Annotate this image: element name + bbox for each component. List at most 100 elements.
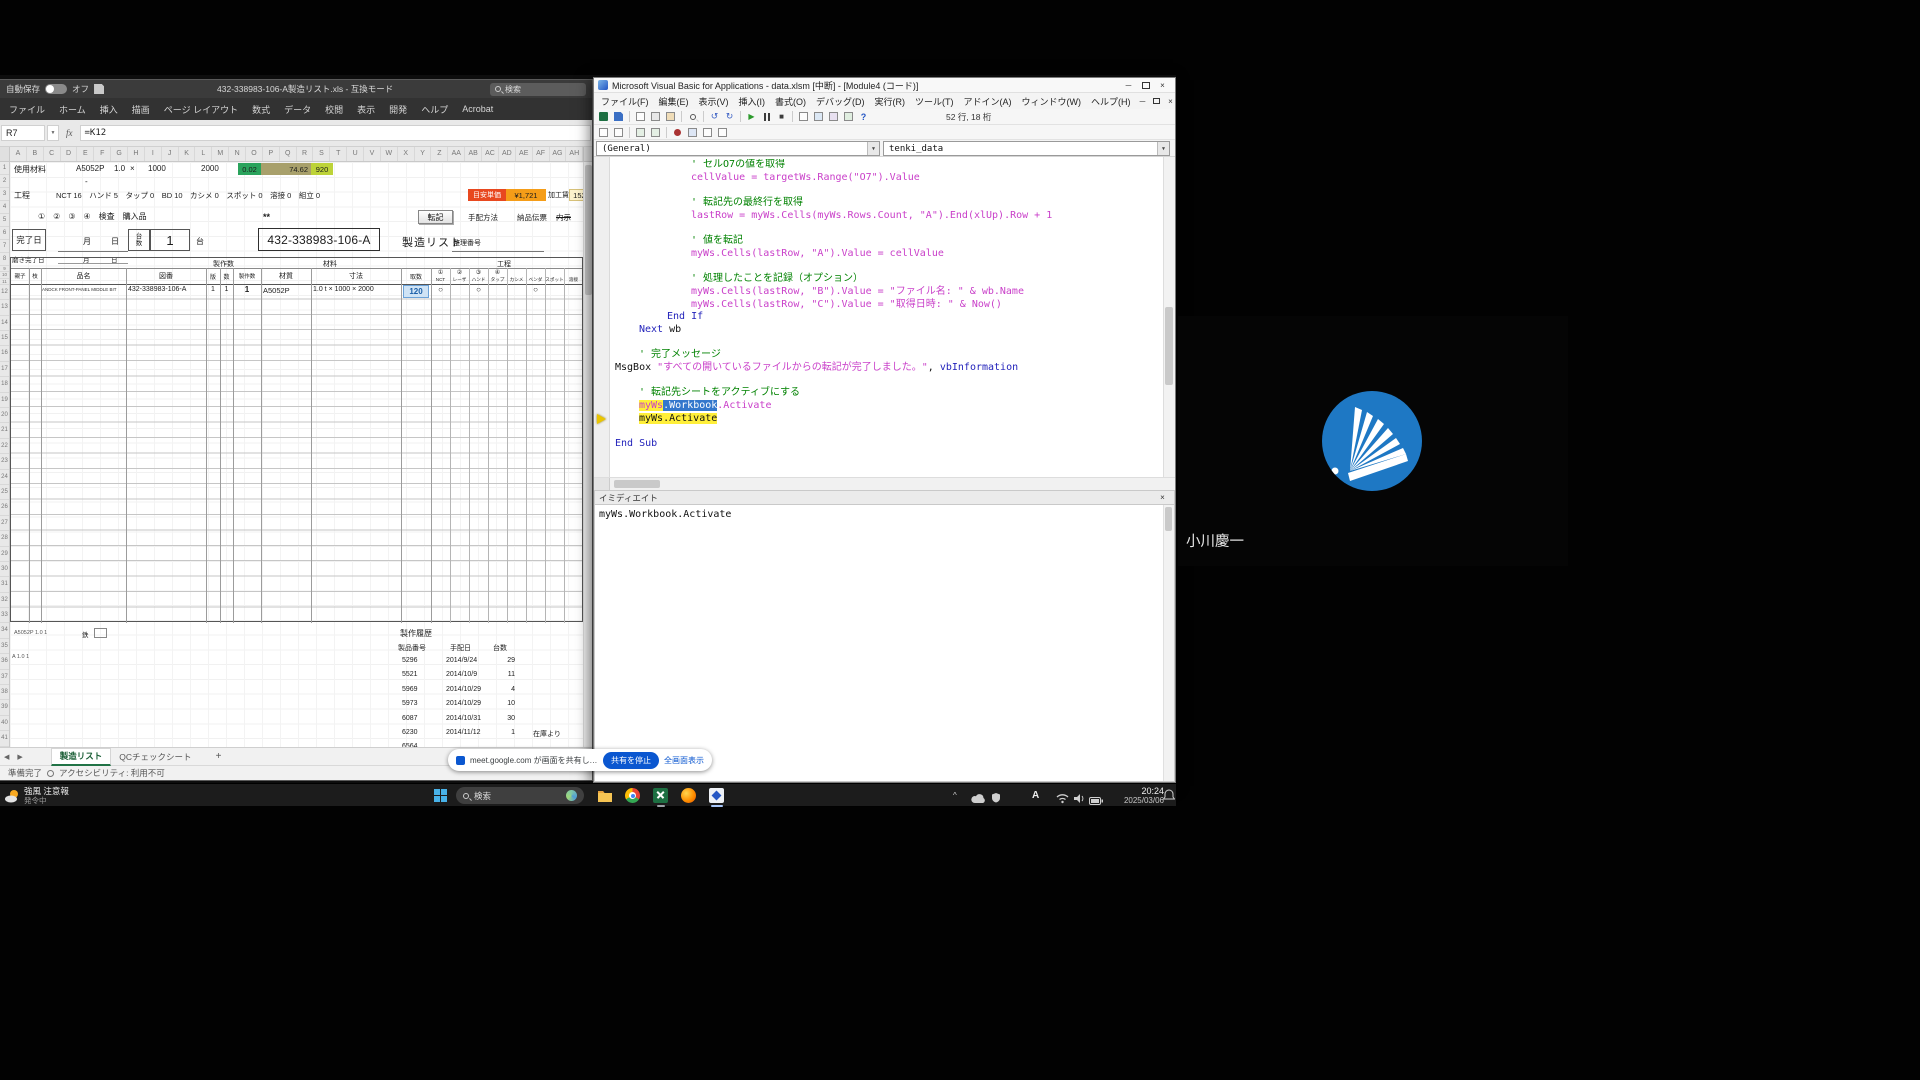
row-header[interactable]: 25 — [0, 485, 9, 500]
row-header[interactable]: 7 — [0, 240, 9, 253]
code-line[interactable] — [611, 425, 1162, 438]
process-mark[interactable]: ○ — [469, 285, 488, 294]
row-header[interactable]: 17 — [0, 362, 9, 377]
code-line[interactable] — [611, 337, 1162, 350]
maximize-button[interactable] — [1137, 80, 1154, 91]
row-header[interactable]: 32 — [0, 593, 9, 608]
vba-menu-item[interactable]: 表示(V) — [694, 95, 734, 108]
row-header[interactable]: 34 — [0, 623, 9, 638]
undo-icon[interactable]: ↺ — [708, 111, 721, 123]
code-line[interactable] — [611, 375, 1162, 388]
ribbon-tab[interactable]: 校閲 — [318, 99, 350, 120]
column-header[interactable]: AH — [566, 147, 583, 161]
thickness-cell[interactable]: 1.0 — [114, 164, 125, 173]
immediate-vertical-scrollbar[interactable] — [1163, 505, 1174, 781]
sheet-nav-left-icon[interactable]: ◀ — [0, 753, 13, 761]
row-header[interactable]: 6 — [0, 227, 9, 240]
part-number-cell[interactable]: 432-338983-106-A — [258, 228, 380, 251]
code-line[interactable]: ' 転記先の最終行を取得 — [611, 197, 1162, 210]
splitter-handle[interactable] — [594, 478, 610, 490]
ribbon-tab[interactable]: ファイル — [2, 99, 52, 120]
scrollbar-thumb[interactable] — [585, 165, 592, 295]
column-header[interactable]: A — [10, 147, 27, 161]
unit-price-label-cell[interactable]: 目安単価 — [468, 189, 506, 201]
row-header[interactable]: 1 — [0, 162, 9, 175]
code-line[interactable]: End Sub — [611, 438, 1162, 451]
project-explorer-icon[interactable] — [812, 111, 825, 123]
row-header[interactable]: 36 — [0, 654, 9, 669]
formula-input[interactable]: =K12 — [80, 125, 592, 141]
sheet-nav-right-icon[interactable]: ▶ — [13, 753, 26, 761]
vba-menu-item[interactable]: ツール(T) — [910, 95, 959, 108]
height-cell[interactable]: 2000 — [201, 164, 219, 173]
taskbar-clock[interactable]: 20:24 2025/03/06 — [1108, 786, 1164, 805]
column-header[interactable]: C — [44, 147, 61, 161]
fx-icon[interactable]: fx — [61, 128, 78, 138]
row-header[interactable]: 14 — [0, 316, 9, 331]
namebox-dropdown-icon[interactable]: ▼ — [47, 125, 59, 141]
code-line[interactable]: myWs.Activate — [611, 413, 1162, 426]
item-name-cell[interactable]: ANDCK FRONT-PANEL MIDDLE BIT — [42, 287, 117, 292]
column-header[interactable]: Z — [431, 147, 448, 161]
row-header[interactable]: 39 — [0, 700, 9, 715]
code-line[interactable] — [611, 222, 1162, 235]
weather-widget[interactable]: 強風 注意報 発令中 — [4, 786, 69, 805]
column-header[interactable]: AD — [499, 147, 516, 161]
tray-chevron-icon[interactable]: ^ — [953, 791, 957, 800]
column-header[interactable]: T — [330, 147, 347, 161]
row-header[interactable]: 18 — [0, 377, 9, 392]
column-header[interactable]: AG — [550, 147, 567, 161]
row-header[interactable]: 33 — [0, 608, 9, 623]
immediate-close-icon[interactable]: × — [1155, 492, 1170, 504]
row-header[interactable]: 22 — [0, 439, 9, 454]
code-line[interactable]: myWs.Cells(lastRow, "B").Value = "ファイル名:… — [611, 286, 1162, 299]
code-line[interactable]: ' セルO7の値を取得 — [611, 159, 1162, 172]
security-shield-icon[interactable] — [991, 790, 1001, 808]
status-accessibility[interactable]: アクセシビリティ: 利用不可 — [59, 767, 165, 779]
row-header[interactable]: 4 — [0, 201, 9, 214]
code-vertical-scrollbar[interactable] — [1163, 157, 1175, 477]
row-header[interactable]: 29 — [0, 547, 9, 562]
view-host-icon[interactable] — [597, 111, 610, 123]
column-header[interactable]: X — [398, 147, 415, 161]
file-explorer-icon[interactable] — [597, 789, 613, 807]
save-icon[interactable] — [612, 111, 625, 123]
volume-icon[interactable] — [1073, 791, 1085, 809]
code-editor[interactable]: ' セルO7の値を取得cellValue = targetWs.Range("O… — [594, 157, 1175, 477]
pause-icon[interactable] — [760, 111, 773, 123]
minimize-button[interactable]: ─ — [1120, 80, 1137, 91]
help-icon[interactable]: ? — [857, 111, 870, 123]
column-header[interactable]: P — [263, 147, 280, 161]
column-header[interactable]: E — [77, 147, 94, 161]
excel-vertical-scrollbar[interactable] — [583, 162, 592, 747]
column-header[interactable]: B — [27, 147, 44, 161]
indent-icon[interactable] — [597, 126, 610, 138]
paste-icon[interactable] — [664, 111, 677, 123]
battery-icon[interactable] — [1089, 792, 1104, 810]
width-cell[interactable]: 1000 — [148, 164, 166, 173]
material-cell2[interactable]: A5052P — [263, 286, 290, 295]
ribbon-tab[interactable]: 挿入 — [93, 99, 125, 120]
row-header[interactable]: 5 — [0, 214, 9, 227]
close-button[interactable]: × — [1154, 80, 1171, 91]
row-header[interactable]: 37 — [0, 670, 9, 685]
units-cell[interactable]: 1 — [150, 229, 190, 251]
code-line[interactable]: cellValue = targetWs.Range("O7").Value — [611, 172, 1162, 185]
column-header[interactable]: AE — [516, 147, 533, 161]
redo-icon[interactable]: ↻ — [723, 111, 736, 123]
uncomment-block-icon[interactable] — [649, 126, 662, 138]
column-header[interactable]: V — [364, 147, 381, 161]
row-header[interactable]: 41 — [0, 731, 9, 746]
ribbon-tab[interactable]: 数式 — [245, 99, 277, 120]
vba-menu-item[interactable]: 挿入(I) — [734, 95, 771, 108]
column-header[interactable]: D — [61, 147, 78, 161]
row-header[interactable]: 20 — [0, 408, 9, 423]
column-header[interactable]: Y — [415, 147, 432, 161]
ribbon-tab[interactable]: 開発 — [382, 99, 414, 120]
column-header[interactable]: K — [179, 147, 196, 161]
row-header[interactable]: 21 — [0, 423, 9, 438]
vba-menu-item[interactable]: ヘルプ(H) — [1086, 95, 1136, 108]
code-line[interactable]: ' 値を転記 — [611, 235, 1162, 248]
cut-icon[interactable] — [634, 111, 647, 123]
excel-taskbar-icon[interactable] — [653, 788, 668, 803]
